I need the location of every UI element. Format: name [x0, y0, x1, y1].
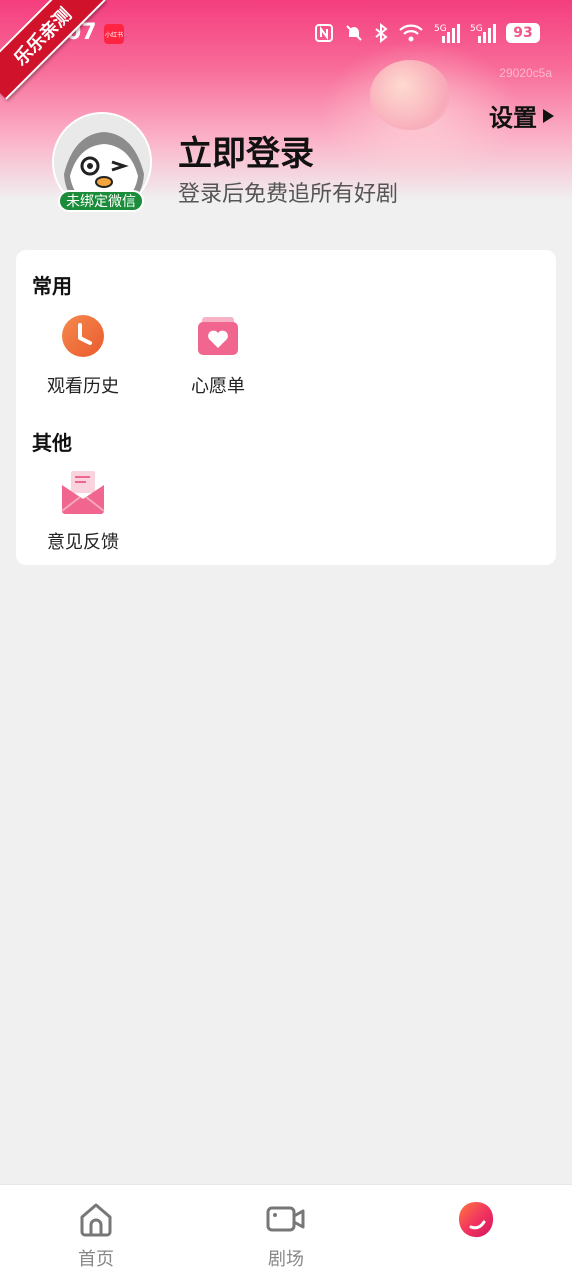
wishlist-heart-icon	[194, 312, 242, 360]
mute-bell-icon	[346, 25, 362, 41]
bottom-nav: 首页 剧场	[0, 1184, 572, 1279]
signal-5g-icon-2: 5G	[470, 24, 496, 43]
wechat-unbound-badge[interactable]: 未绑定微信	[58, 190, 144, 212]
svg-text:5G: 5G	[434, 24, 447, 34]
nav-home[interactable]: 首页	[36, 1199, 156, 1271]
menu-card: 常用 观看历史 心愿单 其他 意见反馈	[16, 250, 556, 565]
profile-orb-icon	[459, 1202, 494, 1238]
watch-history-item[interactable]: 观看历史	[28, 312, 138, 398]
xiaohongshu-app-icon: 小红书	[104, 24, 124, 44]
home-icon	[80, 1203, 112, 1237]
feedback-envelope-icon	[59, 468, 107, 516]
section-title-other: 其他	[32, 431, 72, 455]
feedback-item[interactable]: 意见反馈	[28, 468, 138, 554]
clock-icon	[59, 312, 107, 360]
wifi-icon	[399, 24, 423, 42]
settings-button[interactable]: 设置	[489, 98, 554, 133]
battery-indicator: 93	[506, 23, 540, 43]
status-icons: 5G 5G 93	[314, 22, 540, 44]
watch-history-label: 观看历史	[47, 376, 119, 397]
nav-theater-label: 剧场	[268, 1249, 304, 1270]
svg-text:5G: 5G	[470, 24, 483, 34]
login-subtitle: 登录后免费追所有好剧	[178, 182, 399, 207]
section-title-common: 常用	[32, 274, 72, 298]
user-id-text: 29020c5a	[499, 66, 552, 80]
nfc-icon	[315, 24, 333, 42]
nav-theater[interactable]: 剧场	[226, 1199, 346, 1271]
play-arrow-icon	[543, 108, 554, 123]
login-title[interactable]: 立即登录	[178, 126, 314, 175]
wishlist-label: 心愿单	[191, 376, 245, 397]
header-decoration	[370, 60, 450, 130]
status-bar: 07 小红书 5G 5G 93	[0, 18, 572, 50]
nav-home-label: 首页	[78, 1249, 114, 1270]
bluetooth-icon	[375, 23, 388, 43]
nav-profile[interactable]	[416, 1199, 536, 1247]
feedback-label: 意见反馈	[47, 532, 119, 553]
wishlist-item[interactable]: 心愿单	[163, 312, 273, 398]
video-camera-icon	[266, 1206, 305, 1232]
settings-label: 设置	[489, 104, 537, 132]
signal-5g-icon: 5G	[434, 24, 460, 43]
